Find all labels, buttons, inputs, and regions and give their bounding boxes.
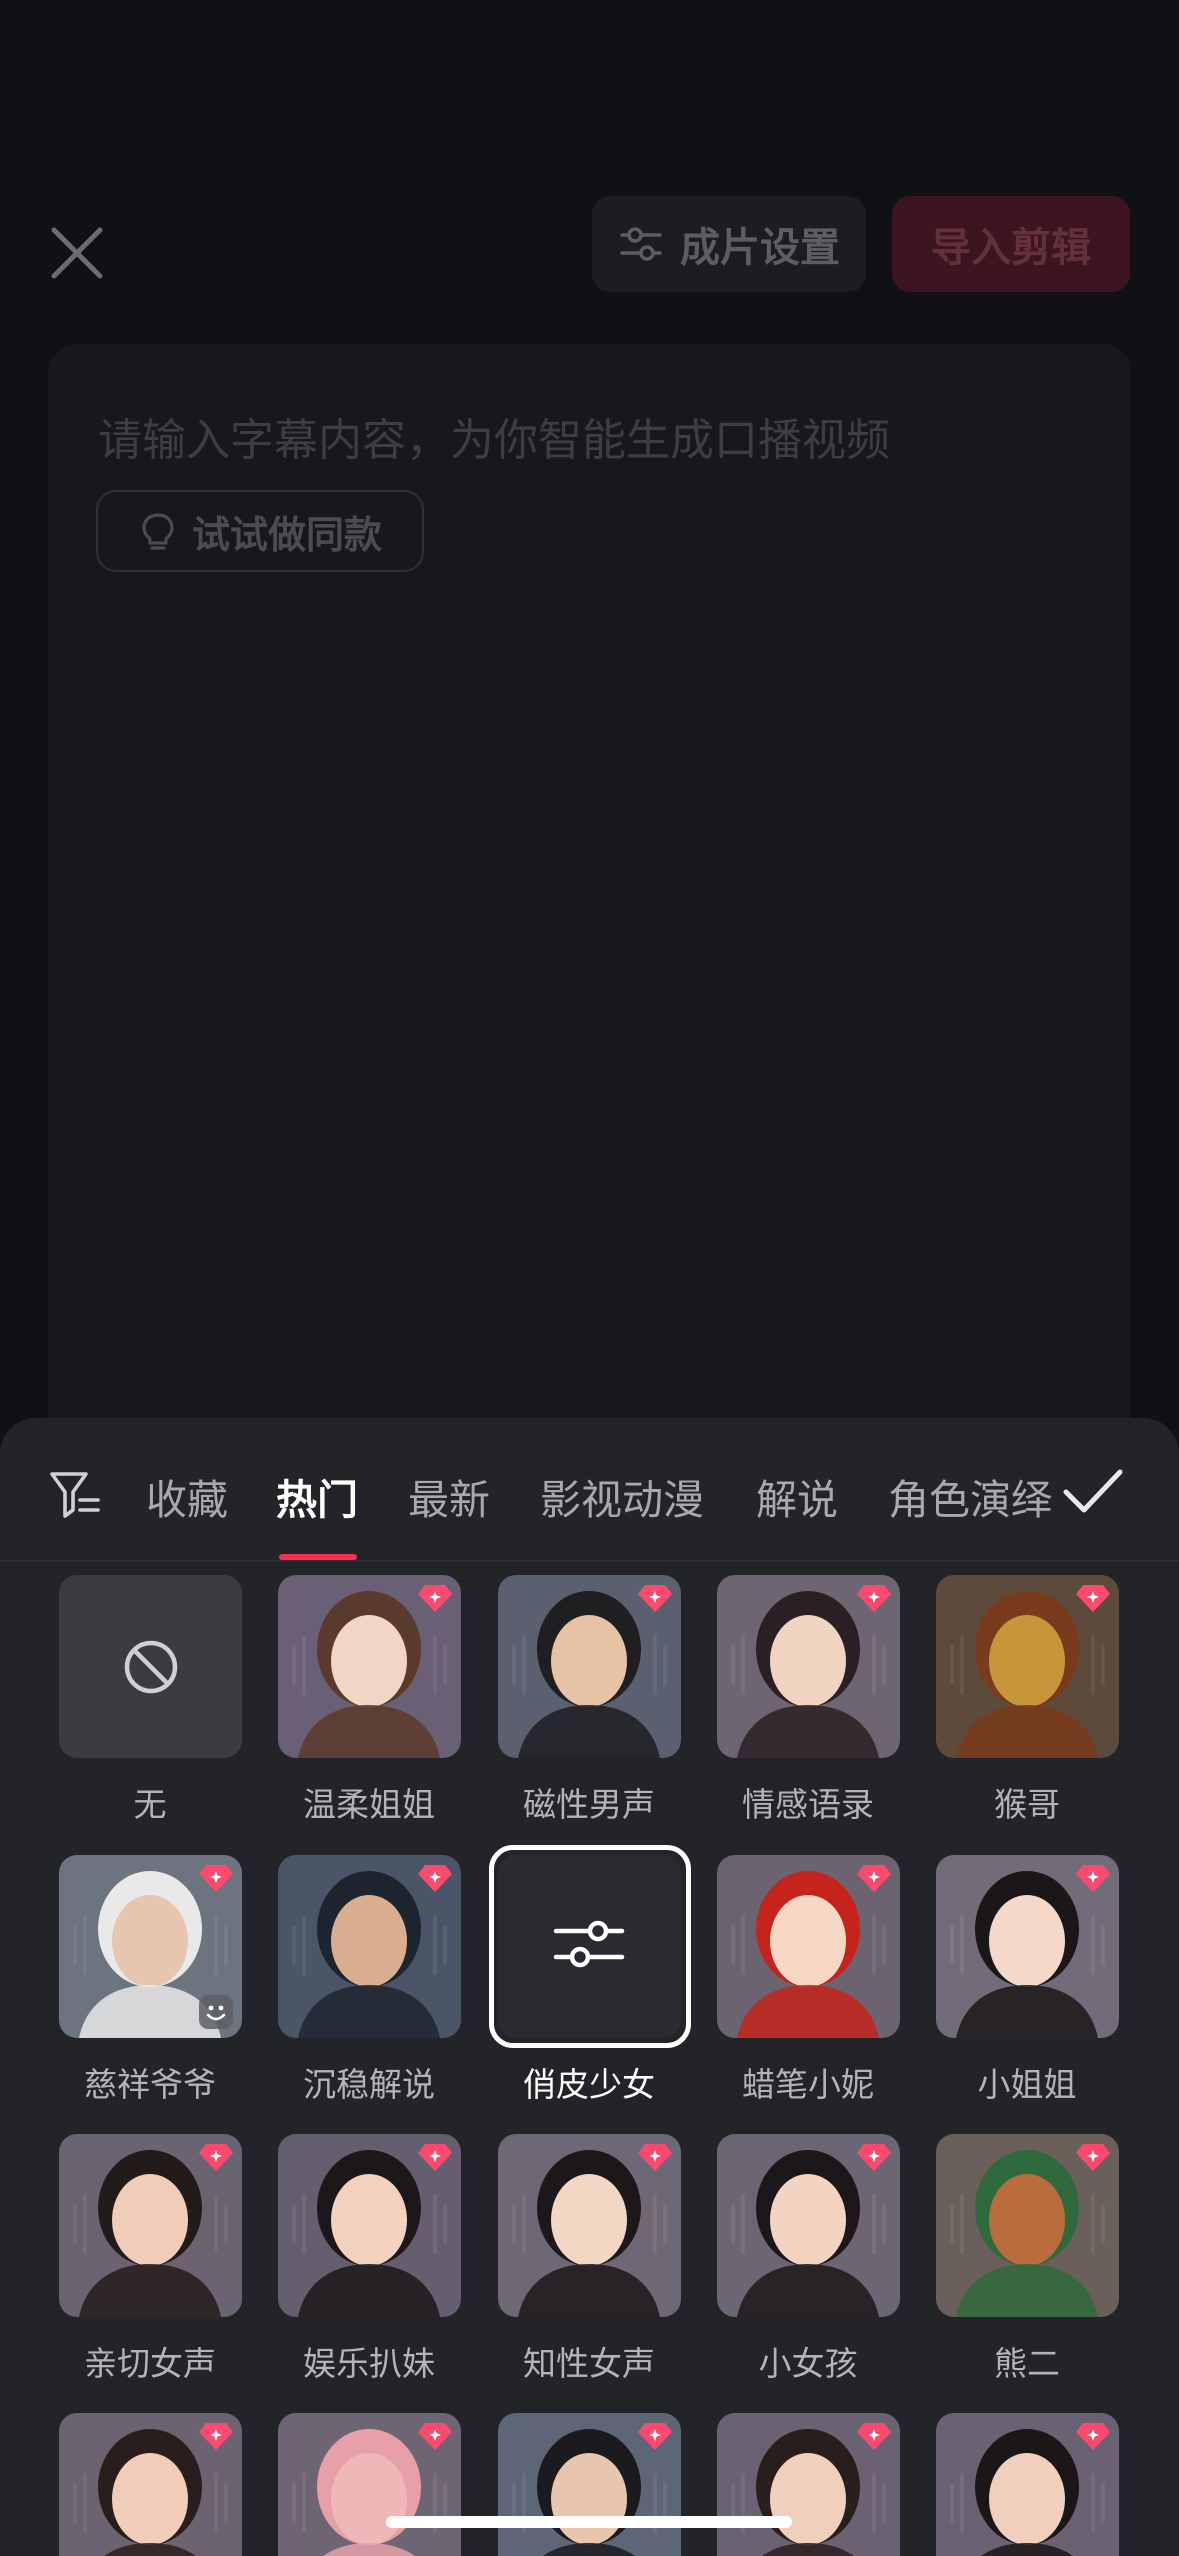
voice-name: 磁性男声 — [523, 1785, 655, 1824]
premium-gem-icon — [1076, 2144, 1110, 2171]
voice-avatar[interactable] — [59, 2413, 242, 2556]
voice-name: 情感语录 — [742, 1785, 874, 1824]
voice-name: 猴哥 — [994, 1785, 1060, 1824]
voice-avatar[interactable] — [278, 1855, 461, 2038]
home-indicator — [386, 2516, 792, 2528]
voice-name: 娱乐扒妹 — [303, 2344, 435, 2383]
voice-avatar[interactable] — [717, 1855, 900, 2038]
premium-gem-icon — [857, 1585, 891, 1612]
output-settings-label: 成片设置 — [680, 225, 840, 271]
premium-gem-icon — [418, 2423, 452, 2450]
voice-picker-sheet: 收藏 热门 最新 影视动漫 解说 角色演绎 无 温柔姐姐 磁性男声 情感语录 猴哥慈祥爷… — [0, 1418, 1179, 2556]
voice-name: 蜡笔小妮 — [742, 2065, 874, 2104]
premium-gem-icon — [857, 2423, 891, 2450]
filter-icon[interactable] — [48, 1466, 104, 1522]
voice-avatar[interactable] — [498, 1575, 681, 1758]
custom-face-icon — [199, 1995, 233, 2029]
voice-name: 沉稳解说 — [303, 2065, 435, 2104]
voice-name: 亲切女声 — [84, 2344, 216, 2383]
voice-avatar[interactable] — [59, 1855, 242, 2038]
tab-popular[interactable]: 热门 — [276, 1466, 358, 1526]
premium-gem-icon — [199, 2423, 233, 2450]
premium-gem-icon — [638, 1585, 672, 1612]
lightbulb-icon — [142, 513, 174, 550]
tab-role-play[interactable]: 角色演绎 — [888, 1466, 1052, 1526]
tab-film-anime[interactable]: 影视动漫 — [540, 1466, 704, 1526]
voice-thumbnail[interactable] — [59, 1575, 242, 1758]
premium-gem-icon — [638, 2144, 672, 2171]
voice-avatar[interactable] — [498, 2413, 681, 2556]
close-icon — [51, 227, 103, 279]
voice-avatar[interactable] — [278, 2413, 461, 2556]
checkmark-icon[interactable] — [1060, 1462, 1126, 1522]
voice-name: 俏皮少女 — [523, 2065, 655, 2104]
premium-gem-icon — [199, 2144, 233, 2171]
voice-name: 慈祥爷爷 — [84, 2065, 216, 2104]
premium-gem-icon — [199, 1865, 233, 1892]
premium-gem-icon — [418, 2144, 452, 2171]
premium-gem-icon — [857, 2144, 891, 2171]
tab-latest[interactable]: 最新 — [408, 1466, 490, 1526]
voice-avatar[interactable] — [936, 1575, 1119, 1758]
try-template-label: 试试做同款 — [191, 512, 382, 557]
premium-gem-icon — [1076, 1865, 1110, 1892]
voice-avatar[interactable] — [717, 1575, 900, 1758]
voice-name: 无 — [133, 1785, 167, 1824]
import-edit-label: 导入剪辑 — [931, 225, 1091, 271]
premium-gem-icon — [418, 1585, 452, 1612]
voice-category-tabs: 收藏 热门 最新 影视动漫 解说 角色演绎 — [0, 1418, 1179, 1562]
voice-name: 熊二 — [994, 2344, 1060, 2383]
output-settings-button[interactable]: 成片设置 — [592, 196, 866, 292]
subtitle-input-placeholder[interactable]: 请输入字幕内容，为你智能生成口播视频 — [98, 404, 890, 468]
voice-avatar[interactable] — [936, 1855, 1119, 2038]
premium-gem-icon — [1076, 1585, 1110, 1612]
none-icon — [124, 1640, 178, 1694]
tab-favorites[interactable]: 收藏 — [146, 1466, 228, 1526]
try-template-button[interactable]: 试试做同款 — [96, 490, 424, 572]
voice-avatar[interactable] — [936, 2413, 1119, 2556]
voice-avatar[interactable] — [936, 2134, 1119, 2317]
close-button[interactable] — [46, 222, 108, 284]
premium-gem-icon — [857, 1865, 891, 1892]
voice-avatar[interactable] — [717, 2413, 900, 2556]
voice-avatar[interactable] — [498, 2134, 681, 2317]
selected-frame — [489, 1845, 691, 2048]
voice-avatar[interactable] — [278, 1575, 461, 1758]
premium-gem-icon — [418, 1865, 452, 1892]
subtitle-input-card[interactable]: 请输入字幕内容，为你智能生成口播视频 试试做同款 — [48, 344, 1131, 1544]
voice-name: 温柔姐姐 — [303, 1785, 435, 1824]
sliders-icon — [620, 227, 662, 261]
premium-gem-icon — [638, 2423, 672, 2450]
voice-avatar[interactable] — [278, 2134, 461, 2317]
active-tab-indicator — [279, 1554, 357, 1560]
voice-name: 小姐姐 — [977, 2065, 1077, 2104]
voice-avatar[interactable] — [717, 2134, 900, 2317]
voice-name: 小女孩 — [758, 2344, 858, 2383]
tab-commentary[interactable]: 解说 — [756, 1466, 838, 1526]
voice-name: 知性女声 — [523, 2344, 655, 2383]
premium-gem-icon — [1076, 2423, 1110, 2450]
voice-avatar[interactable] — [59, 2134, 242, 2317]
import-edit-button[interactable]: 导入剪辑 — [892, 196, 1130, 292]
